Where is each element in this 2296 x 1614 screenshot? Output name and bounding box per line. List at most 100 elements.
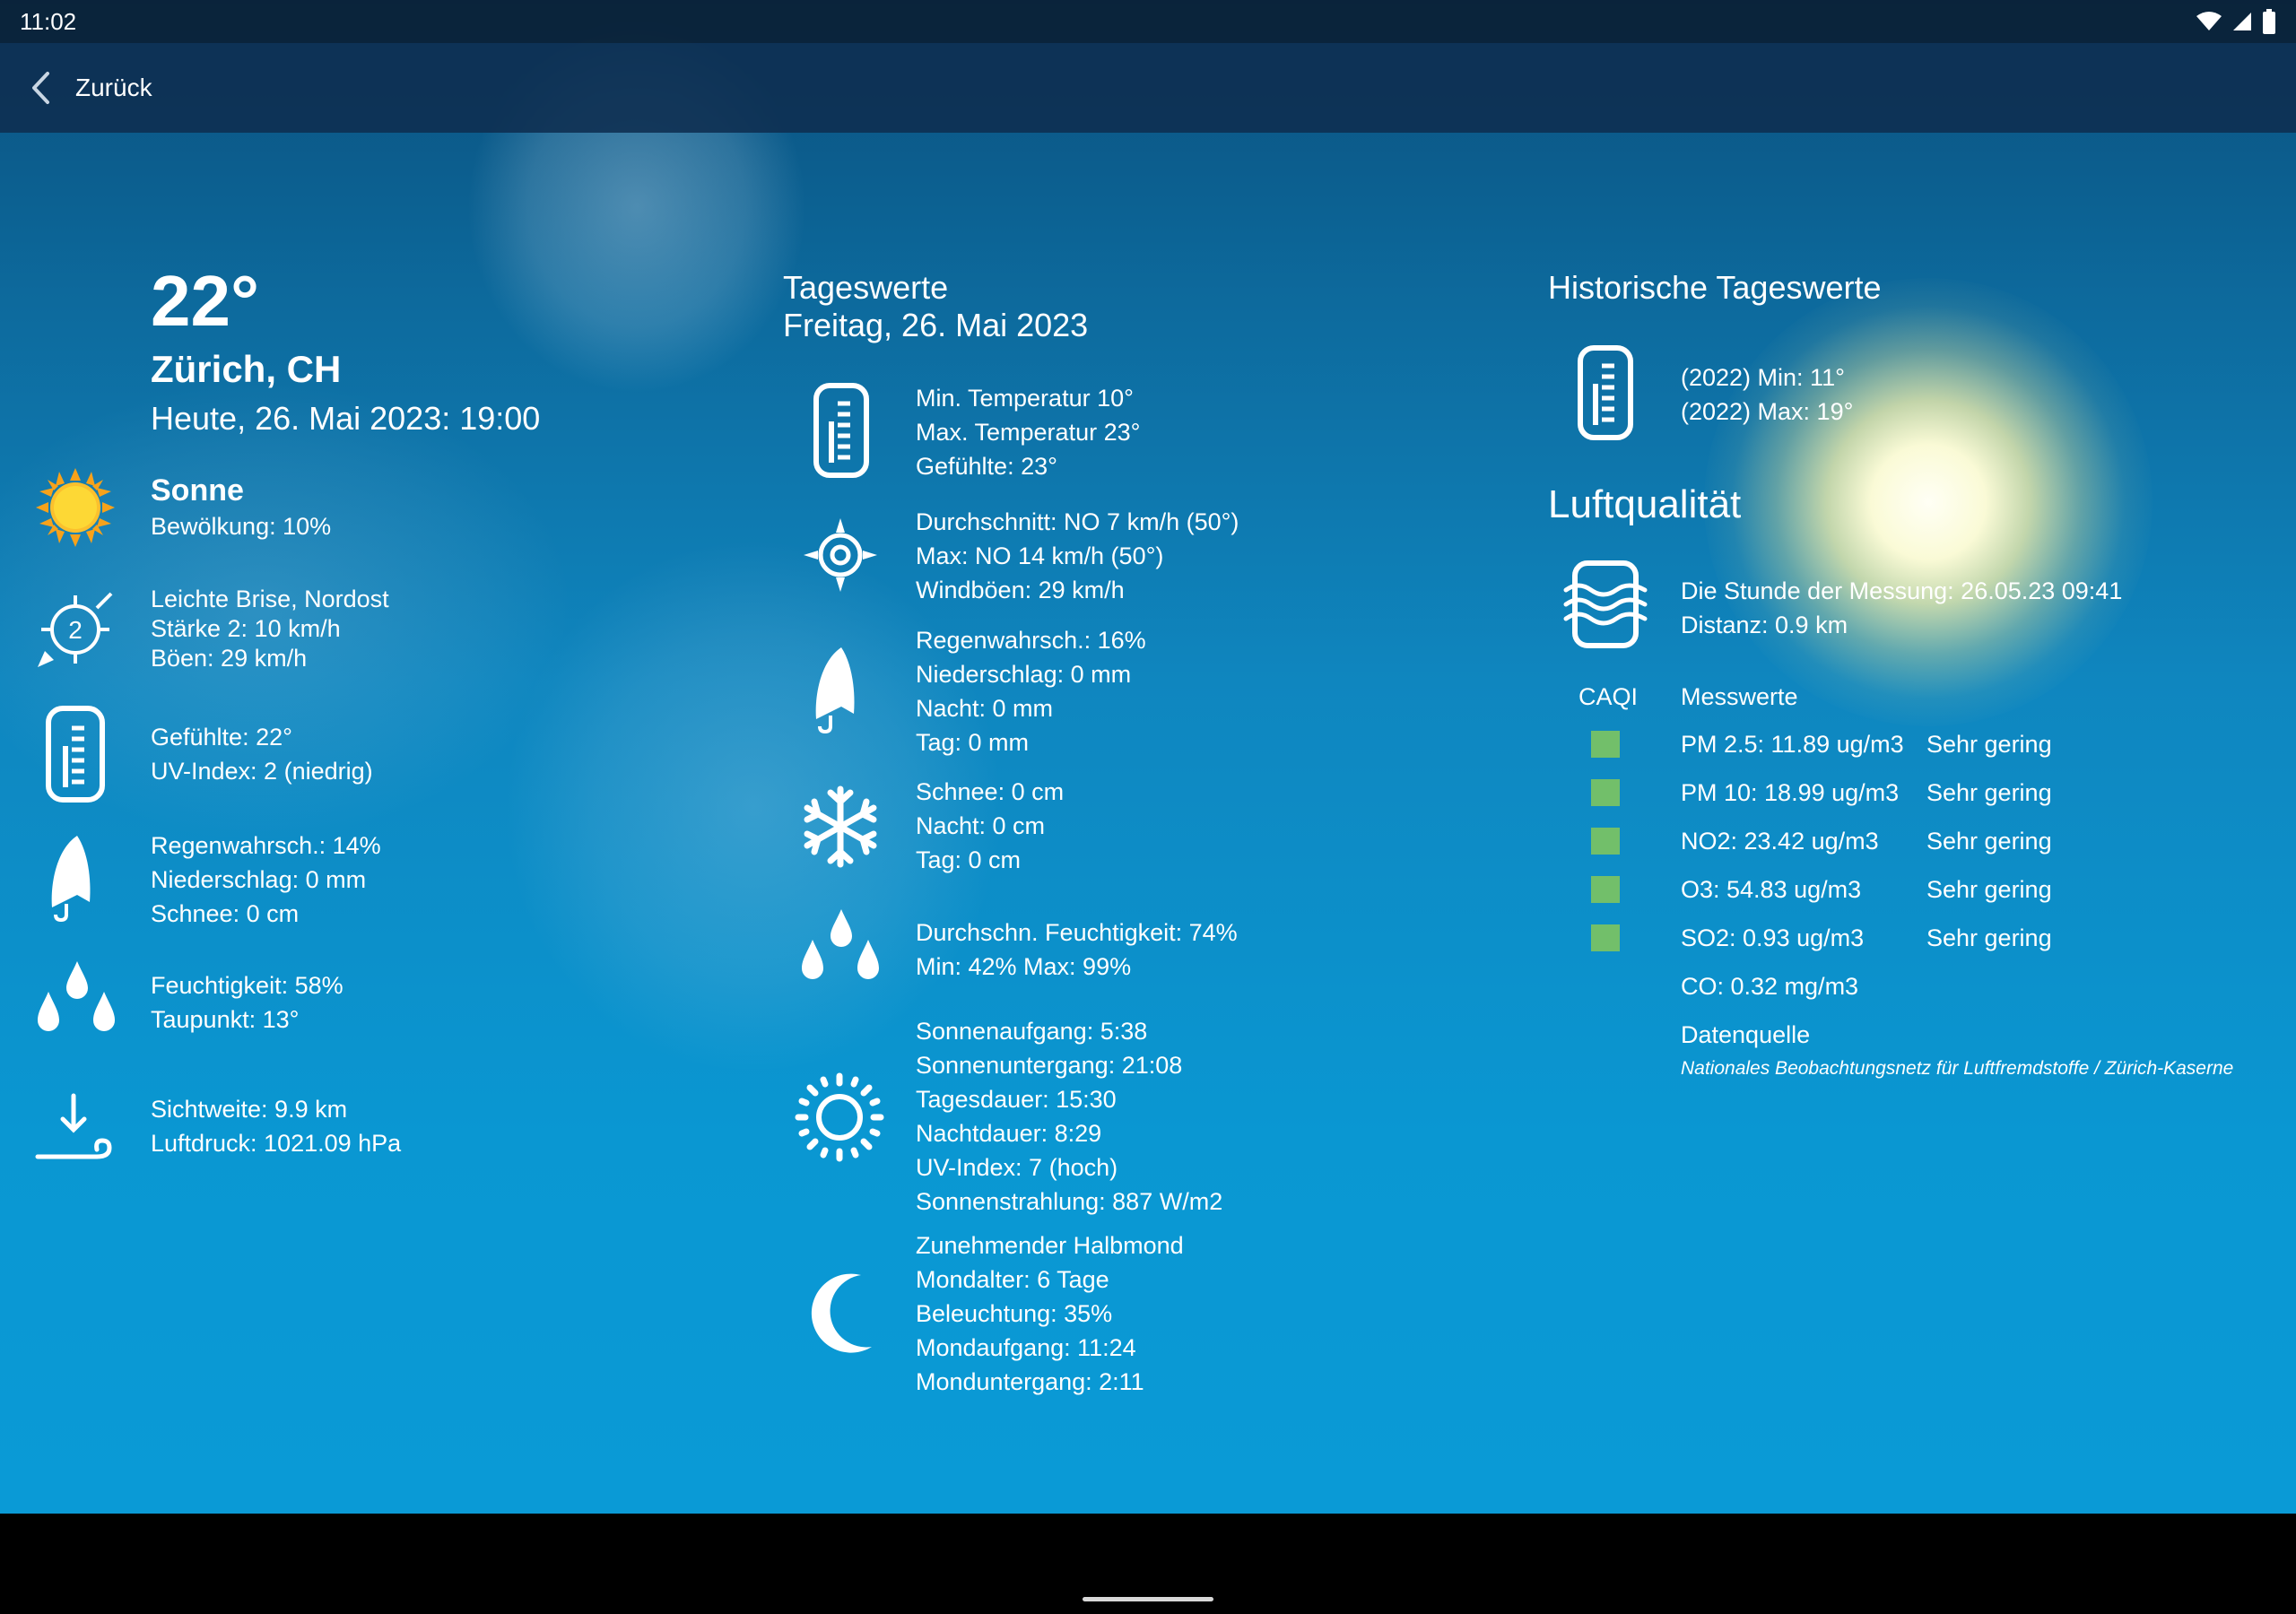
wind-line: Böen: 29 km/h — [151, 645, 308, 672]
humidity-block: Feuchtigkeit: 58% Taupunkt: 13° — [151, 968, 344, 1037]
history-min: (2022) Min: 11° — [1681, 364, 1845, 391]
aq-rating: Sehr gering — [1926, 731, 2052, 758]
feels-line: Gefühlte: 22° — [151, 724, 292, 751]
moon-phase-line: Zunehmender Halbmond — [916, 1232, 1184, 1259]
home-gesture-bar[interactable] — [1083, 1597, 1213, 1601]
rain-line: Schnee: 0 cm — [151, 900, 300, 927]
aq-value: SO2: 0.93 ug/m3 — [1681, 924, 1865, 951]
rain-line: Niederschlag: 0 mm — [151, 866, 367, 893]
signal-icon — [2233, 13, 2251, 30]
daily-temp-line: Max. Temperatur 23° — [916, 419, 1141, 446]
history-max: (2022) Max: 19° — [1681, 398, 1854, 425]
back-label: Zurück — [75, 74, 152, 101]
rain-block: Regenwahrsch.: 14% Niederschlag: 0 mm Sc… — [151, 829, 381, 931]
measurement-time: Die Stunde der Messung: 26.05.23 09:41 — [1681, 577, 2123, 604]
sun-background-glow — [1704, 278, 2152, 726]
daily-sun-block: Sonnenaufgang: 5:38 Sonnenuntergang: 21:… — [916, 1014, 1222, 1219]
station-distance: Distanz: 0.9 km — [1681, 612, 1848, 638]
status-icons — [2196, 9, 2276, 34]
wind-force-badge: 2 — [68, 616, 83, 644]
aq-value: PM 10: 18.99 ug/m3 — [1681, 779, 1900, 806]
daily-humidity-line: Durchschn. Feuchtigkeit: 74% — [916, 919, 1238, 946]
caqi-indicator — [1591, 924, 1620, 956]
caqi-indicator — [1591, 731, 1620, 762]
umbrella-icon — [815, 647, 855, 733]
daily-title: Tageswerte — [783, 269, 949, 306]
daily-wind-line: Windböen: 29 km/h — [916, 577, 1125, 603]
thermometer-icon — [46, 706, 105, 803]
wind-compass-icon: 2 — [38, 592, 113, 667]
co-value: CO: 0.32 mg/m3 — [1681, 973, 1859, 1000]
dewpoint-line: Taupunkt: 13° — [151, 1006, 300, 1033]
daily-snow-line: Nacht: 0 cm — [916, 812, 1046, 839]
current-temperature: 22° — [151, 261, 259, 341]
status-bar: 11:02 — [0, 0, 2296, 43]
moon-age-line: Mondalter: 6 Tage — [916, 1266, 1109, 1293]
history-block: (2022) Min: 11° (2022) Max: 19° — [1681, 360, 1853, 429]
daily-moon-block: Zunehmender Halbmond Mondalter: 6 Tage B… — [916, 1228, 1184, 1399]
app-bar: Zurück — [0, 43, 2296, 133]
daily-rain-line: Nacht: 0 mm — [916, 695, 1054, 722]
daily-temp-line: Gefühlte: 23° — [916, 453, 1057, 480]
daily-wind-line: Durchschnitt: NO 7 km/h (50°) — [916, 508, 1239, 535]
daily-wind-block: Durchschnitt: NO 7 km/h (50°) Max: NO 14… — [916, 505, 1239, 607]
uv-line: UV-Index: 2 (niedrig) — [151, 758, 373, 785]
aq-rating: Sehr gering — [1926, 876, 2052, 903]
daily-rain-line: Tag: 0 mm — [916, 729, 1030, 756]
history-title: Historische Tageswerte — [1548, 269, 1882, 306]
thermometer-icon — [813, 383, 869, 478]
weather-details-screen: 11:02 Zurück 22° Zürich, CH Heute, 26. M… — [0, 0, 2296, 1514]
sun-icon — [36, 468, 115, 547]
caqi-header: CAQI — [1578, 683, 1639, 710]
daily-humidity-line: Min: 42% Max: 99% — [916, 953, 1132, 980]
values-header: Messwerte — [1681, 683, 1798, 710]
caqi-indicator — [1591, 876, 1620, 907]
status-time: 11:02 — [20, 7, 77, 35]
daily-rain-block: Regenwahrsch.: 16% Niederschlag: 0 mm Na… — [916, 623, 1146, 759]
humidity-drops-icon — [38, 961, 115, 1031]
wind-line: Stärke 2: 10 km/h — [151, 615, 341, 642]
thermometer-icon — [1578, 345, 1633, 440]
daily-snow-line: Tag: 0 cm — [916, 846, 1022, 873]
aq-rating: Sehr gering — [1926, 924, 2052, 951]
daily-snow-line: Schnee: 0 cm — [916, 778, 1065, 805]
feels-block: Gefühlte: 22° UV-Index: 2 (niedrig) — [151, 720, 373, 788]
humidity-drops-icon — [802, 909, 879, 979]
pressure-line: Luftdruck: 1021.09 hPa — [151, 1130, 402, 1157]
moon-icon — [811, 1273, 872, 1353]
daily-rain-line: Niederschlag: 0 mm — [916, 661, 1132, 688]
chevron-left-icon — [32, 72, 49, 104]
daily-humidity-block: Durchschn. Feuchtigkeit: 74% Min: 42% Ma… — [916, 915, 1238, 984]
rain-line: Regenwahrsch.: 14% — [151, 832, 381, 859]
pressure-block: Sichtweite: 9.9 km Luftdruck: 1021.09 hP… — [151, 1092, 401, 1160]
pressure-icon — [35, 1093, 112, 1159]
back-button[interactable]: Zurück — [0, 43, 152, 133]
aq-rating: Sehr gering — [1926, 828, 2052, 855]
nightlength-line: Nachtdauer: 8:29 — [916, 1120, 1102, 1147]
aq-value: NO2: 23.42 ug/m3 — [1681, 828, 1879, 855]
aq-rating: Sehr gering — [1926, 779, 2052, 806]
sun-outline-icon — [795, 1072, 884, 1162]
air-station-block: Die Stunde der Messung: 26.05.23 09:41 D… — [1681, 574, 2122, 642]
source-title: Datenquelle — [1681, 1021, 1811, 1048]
snowflake-icon — [804, 785, 877, 868]
radiation-line: Sonnenstrahlung: 887 W/m2 — [916, 1188, 1223, 1215]
source-link[interactable]: Nationales Beobachtungsnetz für Luftfrem… — [1681, 1058, 2233, 1080]
sunrise-line: Sonnenaufgang: 5:38 — [916, 1018, 1148, 1045]
visibility-line: Sichtweite: 9.9 km — [151, 1096, 348, 1123]
moon-illumination-line: Beleuchtung: 35% — [916, 1300, 1113, 1327]
cloud-cover: Bewölkung: 10% — [151, 513, 332, 540]
sunset-line: Sonnenuntergang: 21:08 — [916, 1052, 1183, 1079]
caqi-indicator — [1591, 779, 1620, 811]
air-quality-icon — [1563, 560, 1648, 648]
wind-line: Leichte Brise, Nordost — [151, 586, 389, 612]
caqi-indicator — [1591, 828, 1620, 859]
daily-header: Tageswerte Freitag, 26. Mai 2023 — [783, 269, 1088, 344]
aq-value: O3: 54.83 ug/m3 — [1681, 876, 1862, 903]
wind-block: Leichte Brise, Nordost Stärke 2: 10 km/h… — [151, 585, 389, 673]
umbrella-icon — [51, 836, 91, 922]
moonrise-line: Mondaufgang: 11:24 — [916, 1334, 1136, 1361]
daylength-line: Tagesdauer: 15:30 — [916, 1086, 1117, 1113]
humidity-line: Feuchtigkeit: 58% — [151, 972, 344, 999]
city-name: Zürich, CH — [151, 348, 342, 390]
